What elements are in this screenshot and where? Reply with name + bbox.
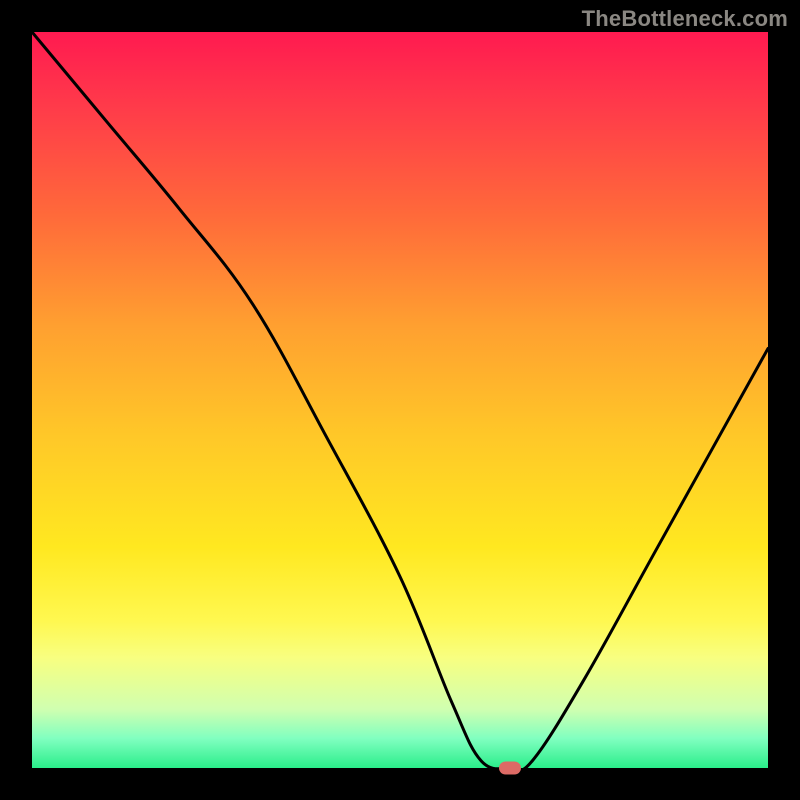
chart-container: TheBottleneck.com <box>0 0 800 800</box>
watermark-text: TheBottleneck.com <box>582 6 788 32</box>
chart-gradient-background <box>32 32 768 768</box>
optimal-marker <box>499 762 521 775</box>
